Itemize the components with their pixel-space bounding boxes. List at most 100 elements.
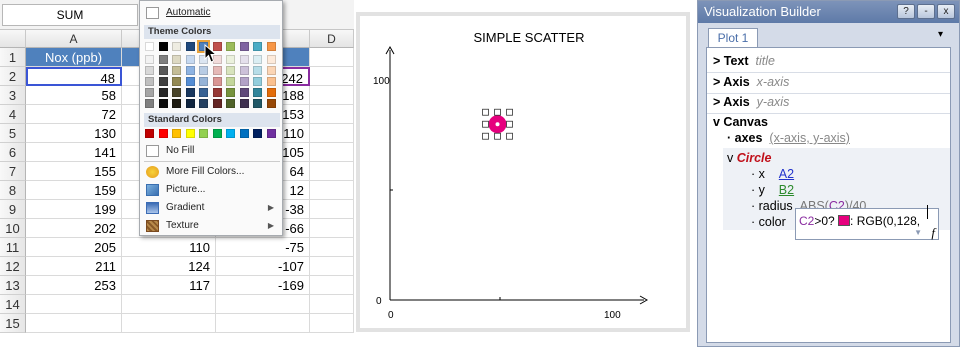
theme-color-shade-swatch[interactable] bbox=[145, 77, 154, 86]
theme-color-swatch[interactable] bbox=[239, 42, 249, 51]
row-header[interactable]: 5 bbox=[0, 124, 26, 143]
cell[interactable] bbox=[310, 124, 354, 143]
color-expression-editor[interactable]: C2>0? : RGB(0,128, ▼ f bbox=[795, 208, 939, 240]
row-header[interactable]: 3 bbox=[0, 86, 26, 105]
gradient-option[interactable]: Gradient ▶ bbox=[142, 199, 282, 217]
theme-color-swatch[interactable] bbox=[253, 42, 262, 51]
cell[interactable] bbox=[310, 48, 354, 67]
tab-plot-1[interactable]: Plot 1 bbox=[708, 28, 758, 48]
cell[interactable]: -169 bbox=[216, 276, 310, 295]
cell[interactable] bbox=[310, 314, 354, 333]
theme-color-shade-swatch[interactable] bbox=[172, 66, 181, 75]
theme-color-shade-swatch[interactable] bbox=[172, 55, 181, 64]
row-header[interactable]: 14 bbox=[0, 295, 26, 314]
cell[interactable] bbox=[216, 295, 310, 314]
standard-color-swatch[interactable] bbox=[199, 129, 208, 138]
theme-color-shade-swatch[interactable] bbox=[239, 88, 249, 97]
theme-color-swatch[interactable] bbox=[158, 42, 168, 51]
row-header[interactable]: 6 bbox=[0, 143, 26, 162]
theme-color-shade-swatch[interactable] bbox=[226, 88, 235, 97]
column-header[interactable]: D bbox=[310, 30, 354, 48]
theme-color-shade-swatch[interactable] bbox=[266, 55, 276, 64]
standard-color-swatch[interactable] bbox=[253, 129, 262, 138]
selection-handle[interactable] bbox=[482, 120, 489, 128]
scatter-chart[interactable]: SIMPLE SCATTER 100 0 0 100 bbox=[356, 12, 690, 332]
cell[interactable]: 58 bbox=[26, 86, 122, 105]
cell[interactable] bbox=[310, 257, 354, 276]
picture-option[interactable]: Picture... bbox=[142, 181, 282, 199]
theme-color-shade-swatch[interactable] bbox=[253, 55, 262, 64]
theme-color-shade-swatch[interactable] bbox=[185, 99, 195, 108]
cell[interactable]: 253 bbox=[26, 276, 122, 295]
theme-color-shade-swatch[interactable] bbox=[226, 77, 235, 86]
cell[interactable] bbox=[216, 314, 310, 333]
cell[interactable]: 211 bbox=[26, 257, 122, 276]
theme-color-shade-swatch[interactable] bbox=[239, 66, 249, 75]
theme-color-shade-swatch[interactable] bbox=[199, 99, 208, 108]
theme-color-shade-swatch[interactable] bbox=[199, 77, 208, 86]
selection-handle[interactable] bbox=[494, 108, 501, 116]
theme-color-shade-swatch[interactable] bbox=[239, 99, 249, 108]
cell[interactable] bbox=[310, 67, 354, 86]
row-header[interactable]: 8 bbox=[0, 181, 26, 200]
cell[interactable]: 124 bbox=[122, 257, 216, 276]
standard-color-swatch[interactable] bbox=[145, 129, 154, 138]
cell[interactable] bbox=[26, 314, 122, 333]
theme-color-swatch[interactable] bbox=[266, 42, 276, 51]
row-header[interactable]: 11 bbox=[0, 238, 26, 257]
close-button[interactable]: x bbox=[937, 4, 955, 19]
name-box[interactable]: SUM bbox=[2, 4, 138, 26]
row-header[interactable]: 4 bbox=[0, 105, 26, 124]
prop-y[interactable]: · y B2 bbox=[751, 182, 794, 198]
row-header[interactable]: 15 bbox=[0, 314, 26, 333]
theme-color-shade-swatch[interactable] bbox=[253, 66, 262, 75]
theme-color-shade-swatch[interactable] bbox=[266, 99, 276, 108]
prop-x[interactable]: · x A2 bbox=[751, 166, 794, 182]
standard-color-swatch[interactable] bbox=[172, 129, 181, 138]
standard-color-swatch[interactable] bbox=[185, 129, 195, 138]
selection-handle[interactable] bbox=[482, 108, 489, 116]
row-header[interactable]: 12 bbox=[0, 257, 26, 276]
standard-color-swatch[interactable] bbox=[239, 129, 249, 138]
standard-color-swatch[interactable] bbox=[158, 129, 168, 138]
theme-color-shade-swatch[interactable] bbox=[199, 88, 208, 97]
theme-color-shade-swatch[interactable] bbox=[158, 66, 168, 75]
texture-option[interactable]: Texture ▶ bbox=[142, 217, 282, 235]
help-button[interactable]: ? bbox=[897, 4, 915, 19]
cell[interactable] bbox=[310, 276, 354, 295]
prop-color[interactable]: · color bbox=[751, 214, 786, 230]
minimize-button[interactable]: - bbox=[917, 4, 935, 19]
tree-item-y-axis[interactable]: > Axis y-axis bbox=[713, 94, 789, 110]
theme-color-shade-swatch[interactable] bbox=[266, 77, 276, 86]
cell[interactable] bbox=[310, 143, 354, 162]
more-fill-colors-option[interactable]: More Fill Colors... bbox=[142, 163, 282, 181]
y-value[interactable]: B2 bbox=[779, 183, 794, 197]
theme-color-shade-swatch[interactable] bbox=[145, 55, 154, 64]
cell[interactable]: 205 bbox=[26, 238, 122, 257]
standard-color-swatch[interactable] bbox=[212, 129, 222, 138]
cell[interactable] bbox=[122, 314, 216, 333]
cell[interactable]: 202 bbox=[26, 219, 122, 238]
tree-item-x-axis[interactable]: > Axis x-axis bbox=[713, 74, 789, 90]
selection-handle[interactable] bbox=[482, 132, 489, 140]
tree-item-canvas[interactable]: v Canvas bbox=[713, 114, 768, 130]
cell[interactable] bbox=[310, 295, 354, 314]
theme-color-shade-swatch[interactable] bbox=[253, 88, 262, 97]
no-fill-option[interactable]: No Fill bbox=[142, 142, 282, 160]
theme-color-shade-swatch[interactable] bbox=[158, 55, 168, 64]
theme-color-shade-swatch[interactable] bbox=[158, 77, 168, 86]
theme-color-swatch[interactable] bbox=[172, 42, 181, 51]
row-header[interactable]: 9 bbox=[0, 200, 26, 219]
standard-color-swatch[interactable] bbox=[226, 129, 235, 138]
row-header[interactable]: 7 bbox=[0, 162, 26, 181]
cell[interactable] bbox=[310, 219, 354, 238]
selection-handle[interactable] bbox=[494, 132, 501, 140]
theme-color-shade-swatch[interactable] bbox=[212, 66, 222, 75]
theme-color-shade-swatch[interactable] bbox=[199, 66, 208, 75]
cell[interactable]: 110 bbox=[122, 238, 216, 257]
theme-color-shade-swatch[interactable] bbox=[172, 77, 181, 86]
cell[interactable]: 141 bbox=[26, 143, 122, 162]
expand-icon[interactable]: ▼ bbox=[914, 228, 922, 237]
theme-color-swatch[interactable] bbox=[145, 42, 154, 51]
theme-color-shade-swatch[interactable] bbox=[266, 66, 276, 75]
